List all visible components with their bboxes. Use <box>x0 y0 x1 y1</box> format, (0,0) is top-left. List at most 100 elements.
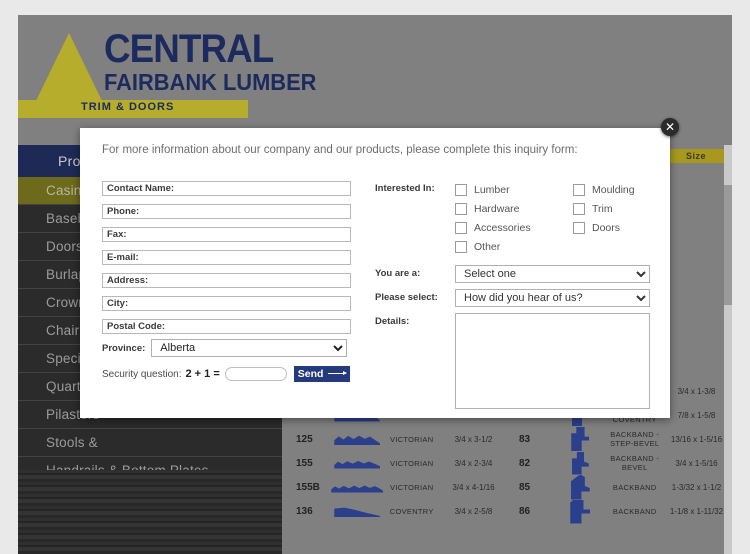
table-row[interactable]: 136 COVENTRY 3/4 x 2-5/8 <box>290 499 509 523</box>
profile-number: 155 <box>296 457 313 469</box>
postal-code-row <box>102 316 357 334</box>
profile-silhouette <box>570 474 590 500</box>
postal-code-input[interactable] <box>102 319 351 334</box>
table-row[interactable]: 85 BACKBAND 1-3/32 x 1-1/2 <box>513 474 732 500</box>
checkbox-moulding[interactable]: Moulding <box>573 180 650 199</box>
profile-size: 3/4 x 2-5/8 <box>454 506 493 516</box>
interested-in-column-1: Lumber Hardware Accessories Other <box>455 180 573 256</box>
checkbox-lumber[interactable]: Lumber <box>455 180 573 199</box>
profile-number: 125 <box>296 433 313 445</box>
contact-name-input[interactable] <box>102 181 351 196</box>
province-select[interactable]: Alberta <box>151 339 348 357</box>
form-right-column: Interested In: Lumber Hardware Accessories… <box>375 180 650 409</box>
interested-in-column-2: Moulding Trim Doors <box>573 180 650 256</box>
page-scrollbar[interactable] <box>724 145 732 554</box>
table-row[interactable]: 125 VICTORIAN 3/4 x 3-1/2 <box>290 427 509 451</box>
details-row: Details: <box>375 313 650 409</box>
profile-silhouette <box>334 507 381 517</box>
table-row[interactable]: 155B VICTORIAN 3/4 x 4-1/16 <box>290 475 509 499</box>
security-question-row: Security question: 2 + 1 = Send <box>102 366 357 382</box>
profile-name: COVENTRY <box>389 506 434 516</box>
checkbox-icon[interactable] <box>455 202 467 215</box>
please-select-select[interactable]: How did you hear of us? <box>455 289 650 307</box>
phone-input[interactable] <box>102 204 351 219</box>
profile-name: BACKBAND <box>612 482 657 492</box>
arrow-right-icon <box>327 371 347 375</box>
checkbox-icon[interactable] <box>573 221 585 234</box>
profile-shape-icon <box>552 427 608 451</box>
inquiry-form-modal: For more information about our company a… <box>80 128 670 418</box>
province-row: Province: Alberta <box>102 339 357 357</box>
checkbox-icon[interactable] <box>455 221 467 234</box>
modal-intro-text: For more information about our company a… <box>102 144 578 156</box>
profile-shape-icon <box>552 474 608 500</box>
company-logo: CENTRAL FAIRBANK LUMBER <box>104 29 328 95</box>
logo-fairbank-text: FAIRBANK LUMBER <box>104 69 317 95</box>
security-answer-input[interactable] <box>224 367 287 381</box>
profile-shape-icon <box>329 482 385 493</box>
phone-row <box>102 201 357 219</box>
address-input[interactable] <box>102 273 351 288</box>
profile-silhouette <box>334 435 381 445</box>
profile-size: 3/4 x 1-3/8 <box>677 386 716 396</box>
profile-name: VICTORIAN <box>390 482 434 492</box>
profile-shape-icon <box>552 451 608 475</box>
you-are-a-row: You are a: Select one <box>375 265 650 283</box>
sidebar-item-stools[interactable]: Stools & <box>18 429 282 457</box>
city-row <box>102 293 357 311</box>
fax-row <box>102 224 357 242</box>
checkbox-trim[interactable]: Trim <box>573 199 650 218</box>
profile-size: 3/4 x 4-1/16 <box>452 482 495 492</box>
profile-number: 83 <box>519 433 531 445</box>
profile-number: 136 <box>296 505 313 517</box>
checkbox-doors[interactable]: Doors <box>573 218 650 237</box>
checkbox-label: Doors <box>592 221 621 234</box>
profile-size: 1-1/8 x 1-11/32 <box>669 506 724 516</box>
evergreen-tree-icon <box>33 33 105 107</box>
size-column-header-right: Size <box>660 149 732 163</box>
checkbox-label: Other <box>474 240 501 253</box>
checkbox-accessories[interactable]: Accessories <box>455 218 573 237</box>
checkbox-label: Trim <box>592 202 613 215</box>
table-row[interactable]: 86 BACKBAND 1-1/8 x 1-11/32 <box>513 499 732 524</box>
checkbox-icon[interactable] <box>455 240 467 253</box>
profile-silhouette <box>334 461 381 469</box>
interested-in-label: Interested In: <box>375 183 435 194</box>
sidebar-item-label: Stools & <box>46 435 98 450</box>
checkbox-other[interactable]: Other <box>455 237 573 256</box>
send-button[interactable]: Send <box>293 366 350 382</box>
you-are-a-select[interactable]: Select one <box>455 265 650 283</box>
email-input[interactable] <box>102 250 351 265</box>
checkbox-icon[interactable] <box>455 183 467 196</box>
details-textarea[interactable] <box>455 313 650 409</box>
interested-in-checkbox-grid: Lumber Hardware Accessories Other Moulding T… <box>455 180 650 256</box>
city-input[interactable] <box>102 296 351 311</box>
logo-tagline-text: TRIM & DOORS <box>81 101 175 113</box>
page-scrollbar-thumb[interactable] <box>724 185 732 305</box>
profile-size: 3/4 x 1-5/16 <box>675 458 718 468</box>
close-icon[interactable]: ✕ <box>661 118 679 136</box>
logo-central-text: CENTRAL <box>104 27 274 71</box>
checkbox-icon[interactable] <box>573 183 585 196</box>
table-row[interactable]: 82 BACKBAND - BEVEL 3/4 x 1-5/16 <box>513 451 732 475</box>
checkbox-label: Accessories <box>474 221 531 234</box>
profile-shape-icon <box>329 505 385 517</box>
email-row <box>102 247 357 265</box>
interested-in-row: Interested In: Lumber Hardware Accessories… <box>375 180 650 256</box>
table-row[interactable]: 155 VICTORIAN 3/4 x 2-3/4 <box>290 451 509 475</box>
profile-size: 13/16 x 1-5/16 <box>670 434 723 444</box>
province-label: Province: <box>102 342 146 354</box>
table-row[interactable]: 83 BACKBAND - STEP-BEVEL 13/16 x 1-5/16 <box>513 427 732 451</box>
checkbox-label: Moulding <box>592 183 635 196</box>
checkbox-hardware[interactable]: Hardware <box>455 199 573 218</box>
profile-number: 86 <box>519 505 531 517</box>
checkbox-icon[interactable] <box>573 202 585 215</box>
contact-name-row <box>102 178 357 196</box>
details-label: Details: <box>375 316 410 327</box>
profile-number: 155B <box>296 481 320 493</box>
profile-name: BACKBAND - STEP-BEVEL <box>610 430 660 448</box>
profile-shape-icon <box>329 433 385 445</box>
profile-name: VICTORIAN <box>390 434 434 444</box>
fax-input[interactable] <box>102 227 351 242</box>
profile-silhouette <box>331 485 384 493</box>
